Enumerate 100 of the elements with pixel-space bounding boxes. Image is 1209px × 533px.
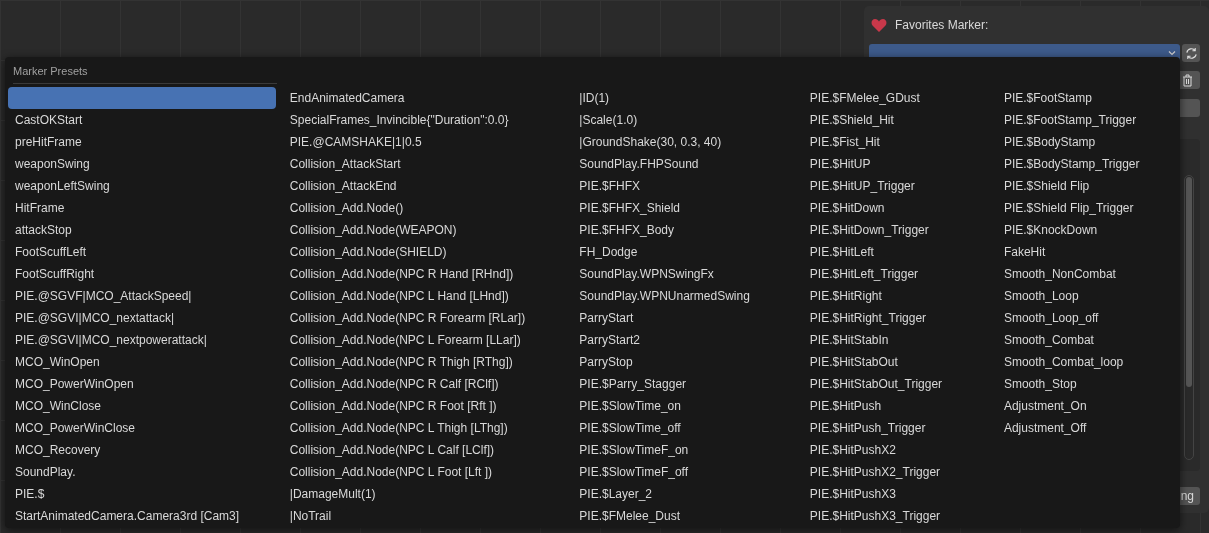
menu-item[interactable]: CastOKStart [8, 109, 276, 131]
menu-item[interactable]: PIE.$HitPush_Trigger [802, 417, 990, 439]
menu-item[interactable]: PIE.$HitDown_Trigger [802, 219, 990, 241]
menu-item[interactable]: Collision_Add.Node(NPC R Calf [RClf]) [282, 373, 566, 395]
menu-item[interactable]: PIE.$HitRight_Trigger [802, 307, 990, 329]
menu-item[interactable]: |GroundShake(30, 0.3, 40) [572, 131, 796, 153]
menu-item[interactable]: PIE.$HitLeft_Trigger [802, 263, 990, 285]
menu-item[interactable]: PIE.$FMelee_GDust [802, 87, 990, 109]
menu-item[interactable]: SoundPlay.FHPSound [572, 153, 796, 175]
menu-item[interactable]: PIE.$HitPush [802, 395, 990, 417]
menu-item[interactable]: PIE.$KnockDown [996, 219, 1180, 241]
menu-item[interactable]: PIE.$Shield Flip_Trigger [996, 197, 1180, 219]
menu-item[interactable]: Collision_Add.Node(NPC L Foot [Lft ]) [282, 461, 566, 483]
menu-item[interactable]: ParryStart [572, 307, 796, 329]
menu-item[interactable]: Collision_Add.Node() [282, 197, 566, 219]
menu-item[interactable]: |Scale(1.0) [572, 109, 796, 131]
menu-item[interactable]: PIE.$HitUP_Trigger [802, 175, 990, 197]
menu-item[interactable]: PIE.$HitStabIn [802, 329, 990, 351]
menu-item[interactable]: Collision_Add.Node(SHIELD) [282, 241, 566, 263]
menu-item[interactable]: Adjustment_On [996, 395, 1180, 417]
menu-item[interactable]: PIE.$FHFX_Shield [572, 197, 796, 219]
menu-item[interactable]: Smooth_Loop_off [996, 307, 1180, 329]
menu-item[interactable]: MCO_Recovery [8, 439, 276, 461]
menu-item[interactable]: SpecialFrames_Invincible{"Duration":0.0} [282, 109, 566, 131]
menu-item[interactable]: Collision_Add.Node(NPC L Forearm [LLar]) [282, 329, 566, 351]
menu-item[interactable]: ParryStart2 [572, 329, 796, 351]
menu-item[interactable]: FakeHit [996, 241, 1180, 263]
menu-item[interactable]: Collision_AttackStart [282, 153, 566, 175]
menu-item[interactable]: SoundPlay.WPNUnarmedSwing [572, 285, 796, 307]
menu-item[interactable]: weaponLeftSwing [8, 175, 276, 197]
menu-item[interactable]: Adjustment_Off [996, 417, 1180, 439]
menu-item[interactable]: FH_Dodge [572, 241, 796, 263]
menu-item[interactable]: MCO_PowerWinOpen [8, 373, 276, 395]
menu-item[interactable]: EndAnimatedCamera [282, 87, 566, 109]
menu-item[interactable]: StartAnimatedCamera.Camera3rd [Cam3] [8, 505, 276, 527]
menu-item[interactable]: weaponSwing [8, 153, 276, 175]
menu-item[interactable]: PIE.$HitPushX2 [802, 439, 990, 461]
menu-item[interactable]: PIE.$Layer_2 [572, 483, 796, 505]
menu-item[interactable]: attackStop [8, 219, 276, 241]
menu-item[interactable]: Smooth_Combat [996, 329, 1180, 351]
menu-item[interactable]: Smooth_Stop [996, 373, 1180, 395]
menu-item[interactable]: Collision_AttackEnd [282, 175, 566, 197]
trash-icon [1181, 73, 1193, 87]
menu-item[interactable]: PIE.$HitDown [802, 197, 990, 219]
chevron-icon [1168, 50, 1176, 56]
menu-item[interactable]: PIE.$HitPushX3 [802, 483, 990, 505]
menu-item[interactable]: |NoTrail [282, 505, 566, 527]
menu-item[interactable]: |DamageMult(1) [282, 483, 566, 505]
menu-item[interactable]: PIE.$HitPushX2_Trigger [802, 461, 990, 483]
menu-item[interactable]: Collision_Add.Node(NPC R Foot [Rft ]) [282, 395, 566, 417]
menu-item[interactable]: PIE.$HitPushX3_Trigger [802, 505, 990, 527]
menu-item[interactable]: PIE.$Shield_Hit [802, 109, 990, 131]
menu-item[interactable]: PIE.$HitRight [802, 285, 990, 307]
menu-item[interactable]: MCO_WinOpen [8, 351, 276, 373]
refresh-icon [1184, 46, 1198, 60]
menu-item[interactable]: PIE.$FHFX [572, 175, 796, 197]
menu-item[interactable]: PIE.$SlowTimeF_off [572, 461, 796, 483]
menu-item[interactable]: PIE.$SlowTime_off [572, 417, 796, 439]
menu-item[interactable]: PIE.@SGVI|MCO_nextattack| [8, 307, 276, 329]
refresh-button[interactable] [1182, 44, 1200, 62]
menu-item[interactable]: SoundPlay. [8, 461, 276, 483]
menu-item[interactable]: Collision_Add.Node(NPC R Thigh [RThg]) [282, 351, 566, 373]
menu-item[interactable]: Collision_Add.Node(NPC R Forearm [RLar]) [282, 307, 566, 329]
menu-item[interactable]: PIE.$ [8, 483, 276, 505]
menu-item[interactable]: ParryStop [572, 351, 796, 373]
menu-item[interactable]: Collision_Add.Node(NPC L Calf [LClf]) [282, 439, 566, 461]
menu-item[interactable]: PIE.@CAMSHAKE|1|0.5 [282, 131, 566, 153]
menu-item[interactable]: PIE.$HitStabOut [802, 351, 990, 373]
menu-item[interactable]: PIE.$Fist_Hit [802, 131, 990, 153]
menu-item[interactable]: Collision_Add.Node(WEAPON) [282, 219, 566, 241]
menu-item[interactable]: PIE.$BodyStamp [996, 131, 1180, 153]
menu-item[interactable]: PIE.$Shield Flip [996, 175, 1180, 197]
menu-item[interactable]: PIE.$FootStamp_Trigger [996, 109, 1180, 131]
menu-item[interactable]: PIE.$Parry_Stagger [572, 373, 796, 395]
menu-item[interactable]: PIE.@SGVI|MCO_nextpowerattack| [8, 329, 276, 351]
menu-item[interactable]: |ID(1) [572, 87, 796, 109]
menu-item[interactable]: PIE.$SlowTime_on [572, 395, 796, 417]
menu-item[interactable]: SoundPlay.WPNSwingFx [572, 263, 796, 285]
menu-item[interactable]: MCO_PowerWinClose [8, 417, 276, 439]
menu-item[interactable]: preHitFrame [8, 131, 276, 153]
menu-item[interactable]: PIE.$FootStamp [996, 87, 1180, 109]
menu-item[interactable]: PIE.$HitLeft [802, 241, 990, 263]
menu-item[interactable]: Collision_Add.Node(NPC R Hand [RHnd]) [282, 263, 566, 285]
menu-item[interactable]: Smooth_NonCombat [996, 263, 1180, 285]
menu-item[interactable]: PIE.$HitStabOut_Trigger [802, 373, 990, 395]
menu-item[interactable]: PIE.$FHFX_Body [572, 219, 796, 241]
menu-item[interactable]: Collision_Add.Node(NPC L Hand [LHnd]) [282, 285, 566, 307]
menu-item[interactable]: PIE.@SGVF|MCO_AttackSpeed| [8, 285, 276, 307]
menu-item[interactable]: Smooth_Loop [996, 285, 1180, 307]
menu-item[interactable]: FootScuffRight [8, 263, 276, 285]
menu-item[interactable]: HitFrame [8, 197, 276, 219]
menu-item[interactable]: PIE.$BodyStamp_Trigger [996, 153, 1180, 175]
menu-item[interactable]: PIE.$HitUP [802, 153, 990, 175]
menu-item[interactable]: Collision_Add.Node(NPC L Thigh [LThg]) [282, 417, 566, 439]
menu-item[interactable]: PIE.$SlowTimeF_on [572, 439, 796, 461]
menu-item[interactable]: MCO_WinClose [8, 395, 276, 417]
menu-item[interactable]: FootScuffLeft [8, 241, 276, 263]
heart-icon [871, 17, 887, 33]
menu-item[interactable]: PIE.$FMelee_Dust [572, 505, 796, 527]
menu-item[interactable]: Smooth_Combat_loop [996, 351, 1180, 373]
